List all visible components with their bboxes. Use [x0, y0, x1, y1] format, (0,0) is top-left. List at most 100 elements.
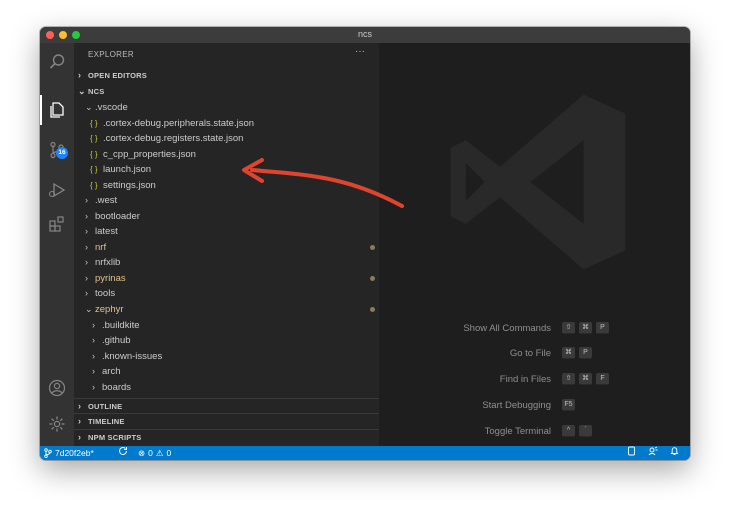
- tree-item-label: launch.json: [103, 164, 152, 175]
- error-count: 0: [148, 448, 153, 458]
- tree-item-folder[interactable]: › .west: [74, 193, 390, 208]
- modified-dot: [370, 245, 375, 250]
- device-icon[interactable]: [627, 446, 636, 456]
- tree-item-folder[interactable]: › bootloader: [74, 209, 390, 224]
- chevron-right-icon: ›: [85, 288, 88, 298]
- tree-item-folder[interactable]: › nrf: [74, 240, 390, 255]
- tree-item-label: settings.json: [103, 180, 156, 191]
- extensions-icon[interactable]: [46, 213, 68, 235]
- modified-dot: [370, 276, 375, 281]
- status-bar: 7d20f2eb* ⊗ 0 ⚠ 0: [40, 446, 690, 460]
- more-actions-icon[interactable]: ···: [355, 46, 365, 57]
- explorer-title: EXPLORER: [88, 50, 134, 59]
- tree-item-label: tools: [95, 288, 116, 299]
- npm-scripts-section[interactable]: › NPM SCRIPTS: [74, 429, 379, 445]
- error-icon: ⊗: [138, 448, 146, 458]
- chevron-right-icon: ›: [92, 320, 95, 330]
- section-label: OUTLINE: [88, 402, 123, 411]
- tree-item-folder[interactable]: ⌄ zephyr: [74, 302, 390, 317]
- tree-item-label: .vscode: [95, 102, 128, 113]
- shortcut-label: Start Debugging: [482, 400, 551, 411]
- branch-status[interactable]: 7d20f2eb*: [40, 446, 94, 460]
- explorer-files-icon[interactable]: [46, 99, 68, 121]
- tree-item-label: c_cpp_properties.json: [103, 149, 196, 160]
- keycap: P: [579, 347, 592, 359]
- tree-item-file[interactable]: { } settings.json: [74, 178, 395, 193]
- chevron-right-icon: ›: [92, 335, 95, 345]
- warning-icon: ⚠: [155, 448, 164, 458]
- tree-item-folder[interactable]: › boards: [74, 380, 397, 395]
- active-indicator: [40, 95, 42, 125]
- chevron-right-icon: ›: [85, 226, 88, 236]
- shortcut-go-to-file: Go to File ⌘ P: [379, 347, 690, 361]
- tree-item-label: .github: [102, 335, 131, 346]
- tree-item-label: .cortex-debug.peripherals.state.json: [103, 118, 255, 129]
- section-label: NPM SCRIPTS: [88, 433, 142, 442]
- tree-item-folder[interactable]: › pyrinas: [74, 271, 390, 286]
- tree-item-folder[interactable]: › .github: [74, 333, 397, 348]
- shortcut-toggle-terminal: Toggle Terminal ^ `: [379, 425, 690, 439]
- sync-icon[interactable]: [118, 446, 128, 456]
- tree-item-label: arch: [102, 366, 121, 377]
- tree-item-file[interactable]: { } c_cpp_properties.json: [74, 147, 395, 162]
- git-branch-icon: [44, 448, 52, 458]
- keycap: ^: [562, 425, 575, 437]
- chevron-right-icon: ›: [92, 382, 95, 392]
- chevron-down-icon: ⌄: [85, 102, 93, 112]
- tree-item-folder[interactable]: › .known-issues: [74, 349, 397, 364]
- tree-item-folder[interactable]: › .buildkite: [74, 318, 397, 333]
- tree-item-folder[interactable]: › tools: [74, 286, 390, 301]
- source-control-badge: 16: [56, 147, 68, 159]
- tree-item-label: .west: [95, 195, 118, 206]
- chevron-right-icon: ›: [78, 70, 82, 80]
- keycap: ⌘: [579, 373, 592, 385]
- chevron-down-icon: ⌄: [78, 86, 86, 96]
- bell-icon[interactable]: [670, 446, 679, 456]
- chevron-right-icon: ›: [85, 211, 88, 221]
- tree-item-label: latest: [95, 226, 118, 237]
- tree-item-folder[interactable]: ⌄ .vscode: [74, 100, 390, 115]
- window-title: ncs: [357, 29, 372, 39]
- tree-item-folder[interactable]: › nrfxlib: [74, 255, 390, 270]
- run-debug-icon[interactable]: [46, 179, 68, 201]
- outline-section[interactable]: › OUTLINE: [74, 398, 379, 414]
- vscode-window: ncs 16 EXPLORER ··· › OPEN EDITORS ⌄ NCS…: [40, 27, 690, 460]
- ncs-folder-section[interactable]: ⌄ NCS: [74, 84, 379, 99]
- shortcut-label: Go to File: [509, 348, 551, 359]
- shortcut-start-debugging: Start Debugging F5: [379, 399, 690, 413]
- tree-item-file[interactable]: { } launch.json: [74, 162, 395, 177]
- tree-item-folder[interactable]: › arch: [74, 364, 397, 379]
- section-label: OPEN EDITORS: [88, 71, 147, 80]
- keycap: F5: [562, 399, 575, 411]
- modified-dot: [370, 307, 375, 312]
- gear-icon[interactable]: [46, 413, 68, 435]
- chevron-right-icon: ›: [85, 257, 88, 267]
- vscode-logo-watermark: [450, 94, 626, 270]
- tree-item-file[interactable]: { } .cortex-debug.registers.state.json: [74, 131, 395, 146]
- keycap: ⌘: [562, 347, 575, 359]
- json-file-icon: { }: [90, 150, 98, 159]
- account-icon[interactable]: [46, 377, 68, 399]
- search-icon[interactable]: [46, 51, 68, 73]
- json-file-icon: { }: [90, 181, 98, 190]
- tree-item-file[interactable]: { } .cortex-debug.peripherals.state.json: [74, 116, 395, 131]
- shortcut-label: Show All Commands: [463, 323, 551, 334]
- timeline-section[interactable]: › TIMELINE: [74, 413, 379, 429]
- title-bar: ncs: [40, 27, 690, 43]
- chevron-right-icon: ›: [92, 366, 95, 376]
- keycap: ⇧: [562, 322, 575, 334]
- feedback-icon[interactable]: [648, 446, 658, 456]
- chevron-right-icon: ›: [85, 273, 88, 283]
- section-label: TIMELINE: [88, 417, 125, 426]
- shortcut-label: Find in Files: [499, 374, 551, 385]
- tree-item-folder[interactable]: › latest: [74, 224, 390, 239]
- warning-count: 0: [166, 448, 172, 458]
- keycap: ⌘: [579, 322, 592, 334]
- tree-item-label: .buildkite: [102, 320, 140, 331]
- chevron-right-icon: ›: [85, 195, 88, 205]
- tree-item-label: .known-issues: [102, 351, 163, 362]
- section-label: NCS: [88, 87, 105, 96]
- problems-status[interactable]: ⊗ 0 ⚠ 0: [138, 446, 171, 460]
- json-file-icon: { }: [90, 134, 98, 143]
- open-editors-section[interactable]: › OPEN EDITORS: [74, 68, 379, 83]
